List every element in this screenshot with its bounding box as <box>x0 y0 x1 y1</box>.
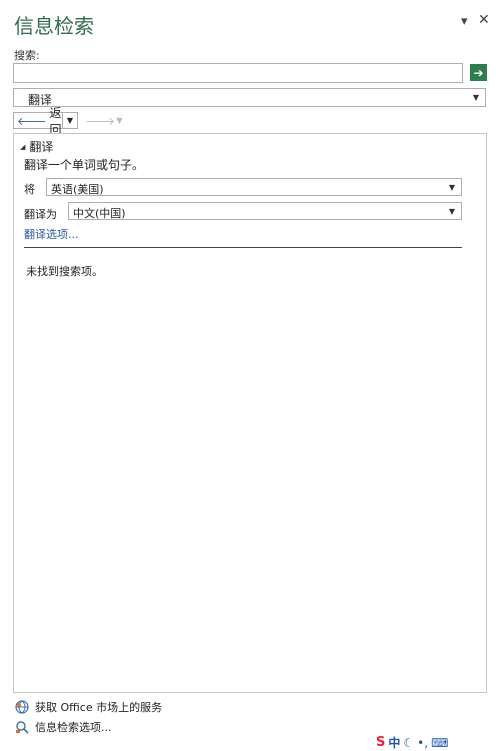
sogou-s-icon[interactable]: S <box>376 735 385 750</box>
back-button[interactable]: 🡐 返回 <box>13 106 63 137</box>
results-panel: ◢ 翻译 翻译一个单词或句子。 将 英语(美国) ▼ 翻译为 中文(中国) ▼ … <box>13 133 487 693</box>
research-options-label: 信息检索选项... <box>35 721 112 734</box>
office-market-link[interactable]: 获取 Office 市场上的服务 <box>14 699 162 715</box>
search-options-icon <box>14 720 30 734</box>
ime-language-indicator[interactable]: 中 <box>388 734 400 751</box>
search-input[interactable] <box>13 63 463 83</box>
source-select[interactable]: 翻译 ▼ <box>13 88 486 107</box>
punctuation-icon[interactable]: •, <box>417 736 428 750</box>
chevron-down-icon[interactable]: ▼ <box>445 204 459 219</box>
close-icon[interactable]: ✕ <box>478 12 490 28</box>
chevron-down-icon[interactable]: ▼ <box>445 180 459 195</box>
source-select-value: 翻译 <box>28 93 53 107</box>
to-language-select[interactable]: 中文(中国) ▼ <box>68 202 462 220</box>
to-language-value: 中文(中国) <box>73 207 126 220</box>
section-header[interactable]: ◢ 翻译 <box>20 138 53 155</box>
forward-history-dropdown[interactable]: ▼ <box>112 112 127 129</box>
search-label: 搜索: <box>14 49 40 62</box>
research-options-link[interactable]: 信息检索选项... <box>14 719 112 735</box>
back-history-dropdown[interactable]: ▼ <box>63 112 78 129</box>
ime-toolbar: S 中 ☾ •, ⌨ <box>376 734 448 751</box>
section-title: 翻译 <box>29 140 54 154</box>
chevron-down-icon[interactable]: ▼ <box>469 90 483 105</box>
start-search-button[interactable]: ➔ <box>470 64 487 81</box>
arrow-right-icon: ➔ <box>473 65 484 80</box>
collapse-triangle-icon[interactable]: ◢ <box>20 143 25 151</box>
from-language-label: 将 <box>24 183 35 196</box>
divider <box>24 247 462 248</box>
moon-icon[interactable]: ☾ <box>403 736 414 750</box>
forward-button[interactable]: 🡒 <box>85 112 115 129</box>
translation-options-link[interactable]: 翻译选项... <box>24 226 79 242</box>
section-intro: 翻译一个单词或句子。 <box>24 158 145 172</box>
from-language-select[interactable]: 英语(美国) ▼ <box>46 178 462 196</box>
keyboard-icon[interactable]: ⌨ <box>431 736 448 750</box>
pane-menu-icon[interactable]: ▾ <box>461 14 468 29</box>
no-results-message: 未找到搜索项。 <box>26 265 103 278</box>
globe-icon <box>14 700 30 714</box>
arrow-right-icon: 🡒 <box>85 114 115 128</box>
arrow-left-icon: 🡐 <box>17 114 47 128</box>
to-language-label: 翻译为 <box>24 208 57 221</box>
from-language-value: 英语(美国) <box>51 183 104 196</box>
pane-title: 信息检索 <box>14 14 94 38</box>
office-market-label: 获取 Office 市场上的服务 <box>35 701 163 714</box>
